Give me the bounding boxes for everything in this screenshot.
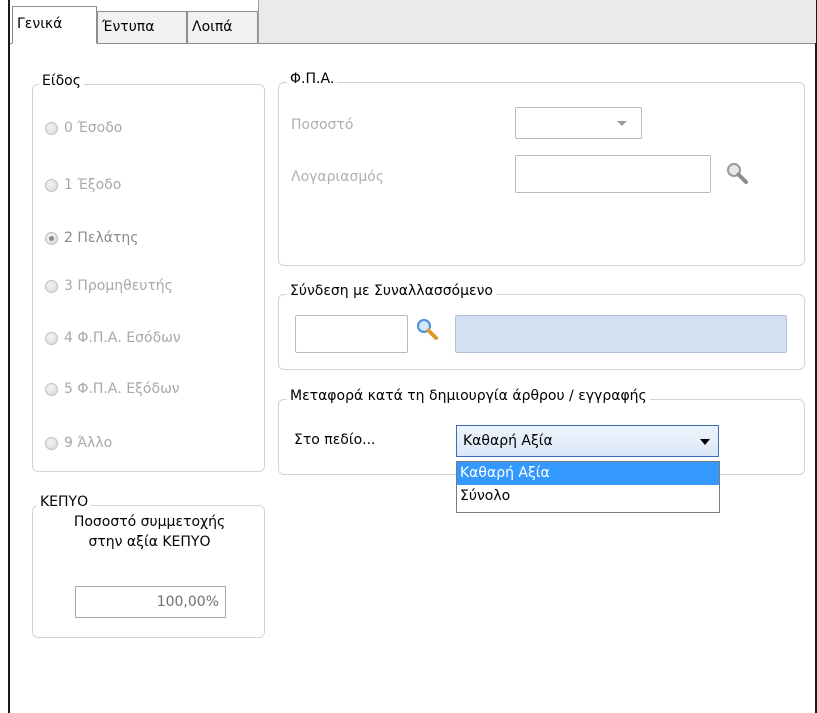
radio-button[interactable] [45, 436, 58, 450]
link-name-display [455, 315, 787, 353]
radio-label: 5 Φ.Π.Α. Εξόδων [64, 381, 180, 397]
radio-option-income[interactable]: 0 Έσοδο [45, 117, 122, 139]
transfer-field-dropdown-list: Καθαρή Αξία Σύνολο [456, 461, 720, 513]
link-group: Σύνδεση με Συναλλασσόμενο [278, 283, 805, 370]
dropdown-option-net-value[interactable]: Καθαρή Αξία [457, 462, 719, 485]
radio-button[interactable] [45, 382, 58, 396]
vat-group-title: Φ.Π.Α. [287, 71, 338, 87]
tab-strip-empty-area [258, 0, 816, 43]
vat-rate-label: Ποσοστό [291, 117, 354, 133]
kind-group-title: Είδος [39, 73, 84, 89]
radio-option-customer[interactable]: 2 Πελάτης [45, 227, 138, 249]
kepyo-percentage-input[interactable]: 100,00% [75, 586, 226, 618]
tab-forms[interactable]: Έντυπα [97, 11, 187, 43]
kepyo-group: ΚΕΠΥΟ Ποσοστό συμμετοχής στην αξία ΚΕΠΥΟ… [32, 494, 265, 638]
radio-label: 2 Πελάτης [64, 230, 139, 246]
link-group-title: Σύνδεση με Συναλλασσόμενο [287, 283, 496, 299]
radio-button[interactable] [45, 331, 58, 345]
transfer-field-select[interactable]: Καθαρή Αξία [456, 425, 719, 457]
tab-other[interactable]: Λοιπά [187, 11, 258, 43]
radio-option-expense[interactable]: 1 Έξοδο [45, 174, 121, 196]
tab-general[interactable]: Γενικά [12, 6, 97, 44]
magnifier-icon[interactable] [415, 317, 439, 341]
kepyo-description-line1: Ποσοστό συμμετοχής [73, 514, 226, 530]
transfer-group-title: Μεταφορά κατά τη δημιουργία άρθρου / εγγ… [287, 388, 650, 404]
radio-button[interactable] [45, 178, 58, 192]
radio-option-vat-expense[interactable]: 5 Φ.Π.Α. Εξόδων [45, 378, 180, 400]
radio-label: 1 Έξοδο [64, 177, 122, 193]
window-border-left [8, 0, 10, 713]
transfer-field-label: Στο πεδίο... [294, 432, 376, 448]
magnifier-icon[interactable] [725, 161, 749, 185]
radio-button[interactable] [45, 279, 58, 293]
radio-label: 4 Φ.Π.Α. Εσόδων [64, 330, 181, 346]
radio-button[interactable] [45, 121, 58, 135]
radio-option-other[interactable]: 9 Άλλο [45, 432, 112, 454]
radio-option-vat-income[interactable]: 4 Φ.Π.Α. Εσόδων [45, 327, 181, 349]
link-code-input[interactable] [295, 315, 408, 353]
kepyo-group-title: ΚΕΠΥΟ [37, 494, 92, 510]
radio-button-checked[interactable] [45, 231, 58, 245]
radio-label: 9 Άλλο [64, 435, 113, 451]
vat-account-input[interactable] [515, 155, 711, 193]
chevron-down-icon[interactable] [617, 121, 627, 126]
radio-label: 3 Προμηθευτής [64, 278, 173, 294]
dropdown-option-total[interactable]: Σύνολο [457, 485, 719, 508]
vat-rate-select[interactable] [515, 107, 642, 139]
radio-label: 0 Έσοδο [64, 120, 123, 136]
kepyo-description-line2: στην αξία ΚΕΠΥΟ [88, 534, 211, 550]
radio-option-supplier[interactable]: 3 Προμηθευτής [45, 275, 173, 297]
tab-strip-divider [10, 43, 815, 44]
vat-account-label: Λογαριασμός [291, 169, 385, 185]
kind-group: Είδος 0 Έσοδο 1 Έξοδο 2 Πελάτης 3 Προμηθ… [32, 73, 265, 472]
transfer-field-selected-value: Καθαρή Αξία [463, 433, 553, 449]
chevron-down-icon[interactable] [700, 439, 710, 445]
vat-group: Φ.Π.Α. Ποσοστό Λογαριασμός [278, 71, 805, 266]
